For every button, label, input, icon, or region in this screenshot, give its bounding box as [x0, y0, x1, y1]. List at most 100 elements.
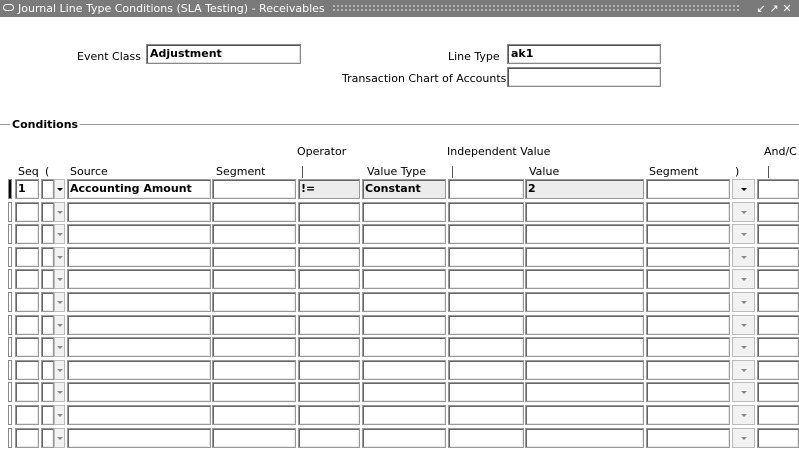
operator-cell[interactable]: !=	[298, 179, 360, 199]
dropdown-button[interactable]	[54, 292, 65, 312]
minimize-icon[interactable]: ↙	[754, 0, 768, 17]
segment2-cell[interactable]	[646, 405, 730, 425]
independent-value-cell[interactable]	[448, 179, 524, 199]
close-paren-select[interactable]	[732, 337, 755, 357]
dropdown-button[interactable]	[54, 179, 65, 199]
segment-cell[interactable]	[212, 360, 296, 380]
and-or-cell[interactable]	[757, 315, 799, 335]
source-cell[interactable]	[67, 224, 211, 244]
and-or-cell[interactable]	[757, 292, 799, 312]
segment2-cell[interactable]	[646, 202, 730, 222]
independent-value-cell[interactable]	[448, 269, 524, 289]
row-indicator[interactable]	[8, 315, 12, 335]
source-cell[interactable]	[67, 405, 211, 425]
close-paren-select[interactable]	[732, 428, 755, 448]
independent-value-cell[interactable]	[448, 247, 524, 267]
close-paren-select[interactable]	[732, 247, 755, 267]
window-menu-icon[interactable]	[3, 4, 14, 11]
operator-cell[interactable]	[298, 337, 360, 357]
seq-cell[interactable]	[15, 428, 39, 448]
segment-cell[interactable]	[212, 179, 296, 199]
source-cell[interactable]	[67, 360, 211, 380]
segment-cell[interactable]	[212, 202, 296, 222]
value-cell[interactable]	[525, 247, 644, 267]
operator-cell[interactable]	[298, 224, 360, 244]
source-cell[interactable]	[67, 292, 211, 312]
value-cell[interactable]	[525, 428, 644, 448]
value-cell[interactable]	[525, 405, 644, 425]
maximize-icon[interactable]: ↗	[767, 0, 781, 17]
segment2-cell[interactable]	[646, 428, 730, 448]
row-indicator[interactable]	[8, 224, 12, 244]
dropdown-button[interactable]	[54, 428, 65, 448]
close-paren-select[interactable]	[732, 224, 755, 244]
open-paren-select[interactable]	[41, 202, 54, 222]
and-or-cell[interactable]	[757, 224, 799, 244]
open-paren-select[interactable]	[41, 382, 54, 402]
dropdown-button[interactable]	[54, 360, 65, 380]
segment-cell[interactable]	[212, 247, 296, 267]
segment-cell[interactable]	[212, 428, 296, 448]
source-cell[interactable]	[67, 337, 211, 357]
segment2-cell[interactable]	[646, 382, 730, 402]
and-or-cell[interactable]	[757, 269, 799, 289]
source-cell[interactable]	[67, 428, 211, 448]
source-cell[interactable]	[67, 269, 211, 289]
segment-cell[interactable]	[212, 292, 296, 312]
open-paren-select[interactable]	[41, 292, 54, 312]
close-paren-select[interactable]	[732, 202, 755, 222]
row-indicator[interactable]	[8, 269, 12, 289]
operator-cell[interactable]	[298, 292, 360, 312]
value-cell[interactable]	[525, 269, 644, 289]
operator-cell[interactable]	[298, 428, 360, 448]
operator-cell[interactable]	[298, 405, 360, 425]
dropdown-button[interactable]	[54, 382, 65, 402]
row-indicator[interactable]	[8, 202, 12, 222]
seq-cell[interactable]	[15, 405, 39, 425]
segment-cell[interactable]	[212, 269, 296, 289]
segment-cell[interactable]	[212, 224, 296, 244]
close-paren-select[interactable]	[732, 405, 755, 425]
and-or-cell[interactable]	[757, 337, 799, 357]
value-type-cell[interactable]	[362, 382, 446, 402]
independent-value-cell[interactable]	[448, 428, 524, 448]
seq-cell[interactable]: 1	[15, 179, 39, 199]
seq-cell[interactable]	[15, 269, 39, 289]
value-cell[interactable]	[525, 224, 644, 244]
operator-cell[interactable]	[298, 247, 360, 267]
and-or-cell[interactable]	[757, 179, 799, 199]
value-type-cell[interactable]	[362, 269, 446, 289]
open-paren-select[interactable]	[41, 224, 54, 244]
row-indicator[interactable]	[8, 292, 12, 312]
open-paren-select[interactable]	[41, 179, 54, 199]
row-indicator[interactable]	[8, 179, 12, 199]
open-paren-select[interactable]	[41, 405, 54, 425]
close-paren-select[interactable]	[732, 315, 755, 335]
open-paren-select[interactable]	[41, 337, 54, 357]
independent-value-cell[interactable]	[448, 337, 524, 357]
row-indicator[interactable]	[8, 337, 12, 357]
value-type-cell[interactable]	[362, 315, 446, 335]
value-cell[interactable]: 2	[525, 179, 644, 199]
value-cell[interactable]	[525, 360, 644, 380]
independent-value-cell[interactable]	[448, 315, 524, 335]
value-cell[interactable]	[525, 337, 644, 357]
and-or-cell[interactable]	[757, 360, 799, 380]
and-or-cell[interactable]	[757, 247, 799, 267]
open-paren-select[interactable]	[41, 269, 54, 289]
row-indicator[interactable]	[8, 360, 12, 380]
independent-value-cell[interactable]	[448, 292, 524, 312]
seq-cell[interactable]	[15, 224, 39, 244]
segment-cell[interactable]	[212, 337, 296, 357]
close-paren-select[interactable]	[732, 382, 755, 402]
row-indicator[interactable]	[8, 428, 12, 448]
segment-cell[interactable]	[212, 315, 296, 335]
value-type-cell[interactable]	[362, 292, 446, 312]
segment2-cell[interactable]	[646, 179, 730, 199]
independent-value-cell[interactable]	[448, 202, 524, 222]
value-type-cell[interactable]	[362, 405, 446, 425]
seq-cell[interactable]	[15, 202, 39, 222]
source-cell[interactable]: Accounting Amount	[67, 179, 211, 199]
and-or-cell[interactable]	[757, 382, 799, 402]
value-cell[interactable]	[525, 202, 644, 222]
